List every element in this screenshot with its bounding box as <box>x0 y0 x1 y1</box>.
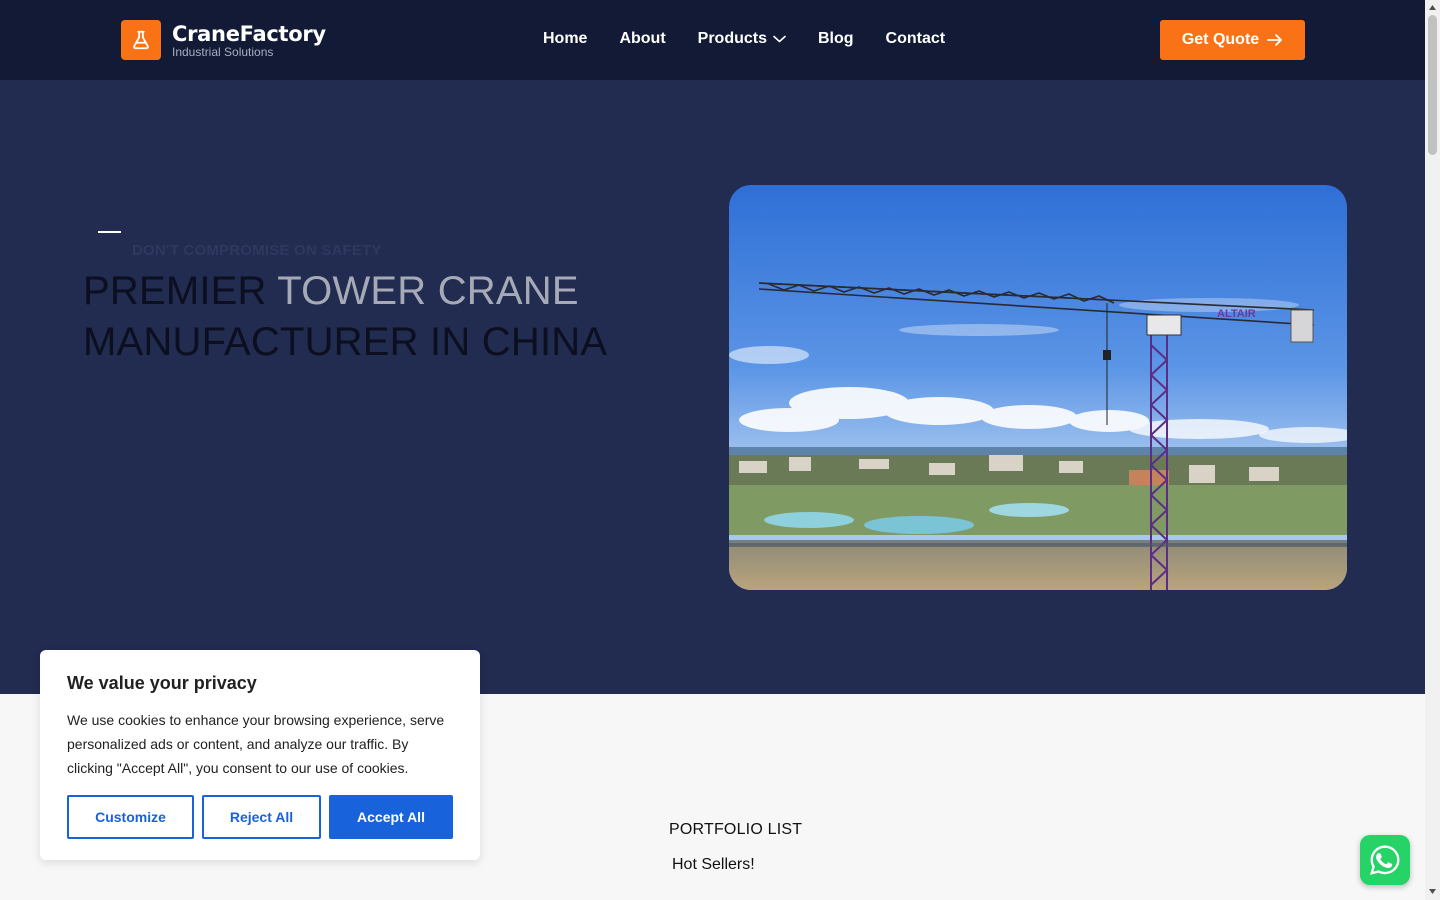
nav-about-label: About <box>619 30 666 47</box>
cookie-accept-label: Accept All <box>357 809 425 825</box>
cookie-consent-banner: We value your privacy We use cookies to … <box>40 650 480 860</box>
cookie-reject-button[interactable]: Reject All <box>202 795 321 839</box>
portfolio-label: PORTFOLIO LIST <box>669 821 803 838</box>
arrow-right-icon <box>1267 34 1283 46</box>
main-nav: Home About Products Blog Contact <box>543 29 977 49</box>
cookie-accept-button[interactable]: Accept All <box>329 795 453 839</box>
get-quote-label: Get Quote <box>1181 31 1260 48</box>
page-scrollbar[interactable] <box>1425 0 1440 900</box>
cookie-customize-button[interactable]: Customize <box>67 795 194 839</box>
chevron-down-icon <box>773 35 786 43</box>
scroll-up-icon[interactable] <box>1428 3 1437 13</box>
nav-home-label: Home <box>543 30 588 47</box>
hero-section: DON'T COMPROMISE ON SAFETY PREMIER TOWER… <box>0 80 1425 694</box>
nav-blog[interactable]: Blog <box>818 29 854 49</box>
hero-title-highlight: TOWER CRANE <box>277 269 579 313</box>
scrollbar-thumb[interactable] <box>1428 15 1437 155</box>
nav-contact[interactable]: Contact <box>886 29 946 49</box>
flask-icon <box>121 20 161 60</box>
hero-title-part1: PREMIER <box>83 269 278 313</box>
hero-crane-image: ALTAIR <box>729 185 1347 590</box>
site-logo[interactable]: CraneFactory Industrial Solutions <box>121 20 326 60</box>
logo-subtitle: Industrial Solutions <box>172 44 274 59</box>
hero-title-part2: MANUFACTURER IN CHINA <box>83 320 608 364</box>
hot-sellers-title: Hot Sellers! <box>672 856 755 873</box>
nav-about[interactable]: About <box>619 29 665 49</box>
nav-products-label: Products <box>697 30 767 47</box>
site-header: CraneFactory Industrial Solutions Home A… <box>0 0 1425 80</box>
crane-brand-text: ALTAIR <box>1217 308 1256 320</box>
nav-contact-label: Contact <box>885 30 946 47</box>
nav-products[interactable]: Products <box>698 29 786 49</box>
tagline-dash <box>98 231 121 233</box>
whatsapp-icon <box>1370 845 1400 875</box>
logo-title: CraneFactory <box>172 21 326 46</box>
nav-home[interactable]: Home <box>543 29 587 49</box>
cookie-title: We value your privacy <box>67 673 257 693</box>
whatsapp-chat-button[interactable] <box>1360 835 1410 885</box>
scroll-down-icon[interactable] <box>1428 886 1437 896</box>
cookie-text: We use cookies to enhance your browsing … <box>67 712 445 776</box>
cookie-reject-label: Reject All <box>229 809 294 825</box>
cookie-customize-label: Customize <box>95 809 166 825</box>
hero-title: PREMIER TOWER CRANE MANUFACTURER IN CHIN… <box>83 266 607 368</box>
hero-tagline: DON'T COMPROMISE ON SAFETY <box>132 242 382 259</box>
nav-blog-label: Blog <box>818 30 854 47</box>
get-quote-button[interactable]: Get Quote <box>1160 20 1305 60</box>
